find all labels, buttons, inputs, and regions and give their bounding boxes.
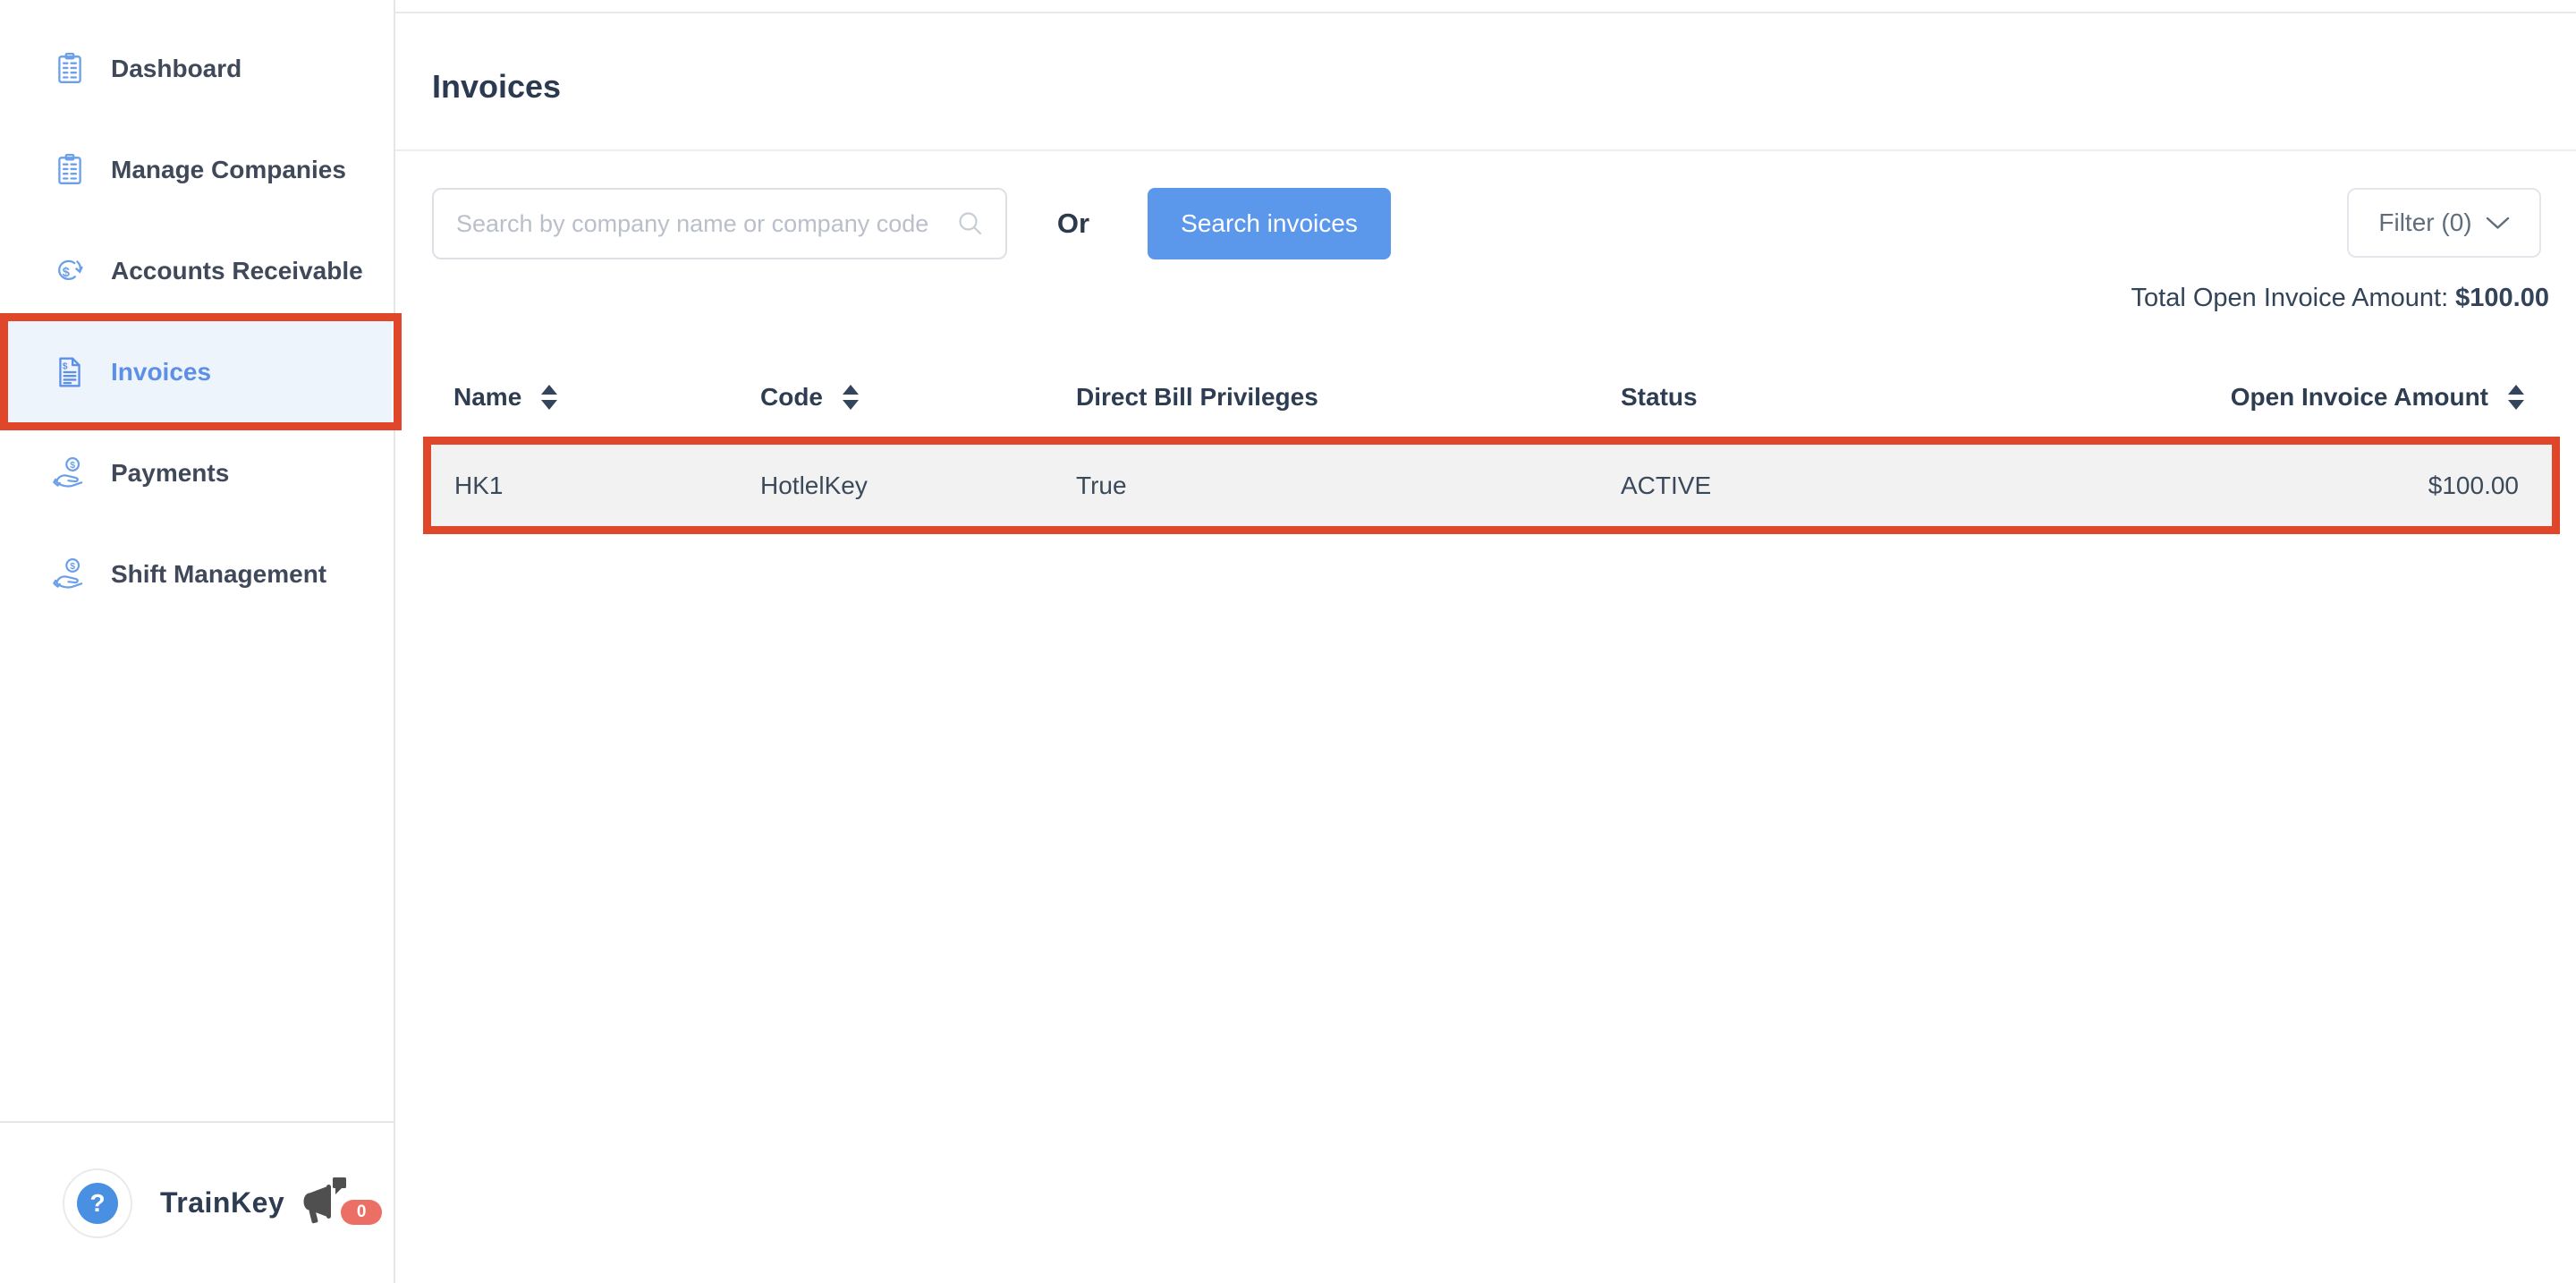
column-label: Open Invoice Amount — [2231, 383, 2488, 412]
summary-label: Total Open Invoice Amount: — [2131, 284, 2449, 312]
company-clipboard-icon — [52, 51, 88, 87]
question-mark-icon: ? — [77, 1183, 118, 1224]
column-label: Status — [1621, 383, 1698, 412]
or-label: Or — [1042, 188, 1105, 259]
sidebar-item-shift-management[interactable]: $ Shift Management — [0, 523, 394, 625]
column-header-direct-bill-privileges: Direct Bill Privileges — [1076, 376, 1621, 419]
page-title: Invoices — [432, 68, 561, 106]
filter-button[interactable]: Filter (0) — [2347, 188, 2541, 258]
sidebar-item-label: Manage Companies — [111, 156, 346, 184]
announcements-button[interactable]: 0 — [293, 1177, 385, 1230]
sidebar-item-label: Invoices — [111, 358, 211, 387]
sidebar-item-dashboard[interactable]: Dashboard — [0, 18, 394, 119]
column-header-code[interactable]: Code — [760, 376, 1076, 419]
svg-text:$: $ — [70, 561, 75, 572]
sidebar-item-label: Dashboard — [111, 55, 242, 83]
column-label: Code — [760, 383, 823, 412]
sidebar: Dashboard Manage Companies $ — [0, 0, 395, 1283]
search-icon — [955, 208, 986, 239]
svg-text:$: $ — [63, 265, 70, 279]
sidebar-nav: Dashboard Manage Companies $ — [0, 18, 394, 625]
dollar-arrow-icon: $ — [52, 253, 88, 289]
column-label: Direct Bill Privileges — [1076, 383, 1318, 412]
search-input[interactable] — [434, 210, 955, 238]
svg-text:$: $ — [70, 460, 75, 471]
hand-coin-icon: $ — [52, 557, 88, 592]
column-header-status: Status — [1621, 376, 2104, 419]
cell-open-invoice-amount: $100.00 — [2104, 445, 2552, 526]
header-divider — [395, 149, 2576, 151]
svg-text:$: $ — [63, 361, 68, 371]
cell-status: ACTIVE — [1621, 445, 2104, 526]
column-header-name[interactable]: Name — [423, 376, 760, 419]
sidebar-item-label: Payments — [111, 459, 229, 488]
cell-direct-bill-privileges: True — [1076, 445, 1621, 526]
sidebar-item-manage-companies[interactable]: Manage Companies — [0, 119, 394, 220]
column-header-open-invoice-amount[interactable]: Open Invoice Amount — [2104, 376, 2560, 419]
invoice-document-icon: $ — [52, 354, 88, 390]
sort-icon[interactable] — [541, 385, 557, 410]
help-button[interactable]: ? — [63, 1168, 132, 1238]
brand-logo: TrainKey — [160, 1186, 284, 1219]
hand-coin-icon: $ — [52, 455, 88, 491]
cell-name: HK1 — [431, 445, 760, 526]
main-content: Invoices Or Search invoices Filter (0) T… — [395, 0, 2576, 1283]
table-row[interactable]: HK1 HotlelKey True ACTIVE $100.00 — [431, 445, 2552, 526]
sort-icon[interactable] — [2508, 385, 2524, 410]
cell-code: HotlelKey — [760, 445, 1076, 526]
sidebar-item-payments[interactable]: $ Payments — [0, 422, 394, 523]
column-label: Name — [453, 383, 521, 412]
search-input-wrapper — [432, 188, 1007, 259]
sidebar-item-accounts-receivable[interactable]: $ Accounts Receivable — [0, 220, 394, 321]
chevron-down-icon — [2486, 208, 2510, 237]
sidebar-item-invoices[interactable]: $ Invoices — [8, 321, 392, 422]
table-header-row: Name Code Direct Bill Privileges Status … — [423, 376, 2560, 419]
search-invoices-button[interactable]: Search invoices — [1148, 188, 1391, 259]
sort-icon[interactable] — [843, 385, 859, 410]
total-open-invoice-amount: Total Open Invoice Amount:$100.00 — [2131, 284, 2549, 313]
sidebar-footer: ? TrainKey 0 — [0, 1121, 394, 1283]
notification-badge: 0 — [341, 1200, 382, 1225]
sidebar-item-label: Shift Management — [111, 560, 326, 589]
company-clipboard-icon — [52, 152, 88, 188]
sidebar-item-label: Accounts Receivable — [111, 257, 363, 285]
summary-amount: $100.00 — [2455, 284, 2549, 312]
filter-label: Filter (0) — [2378, 208, 2471, 237]
